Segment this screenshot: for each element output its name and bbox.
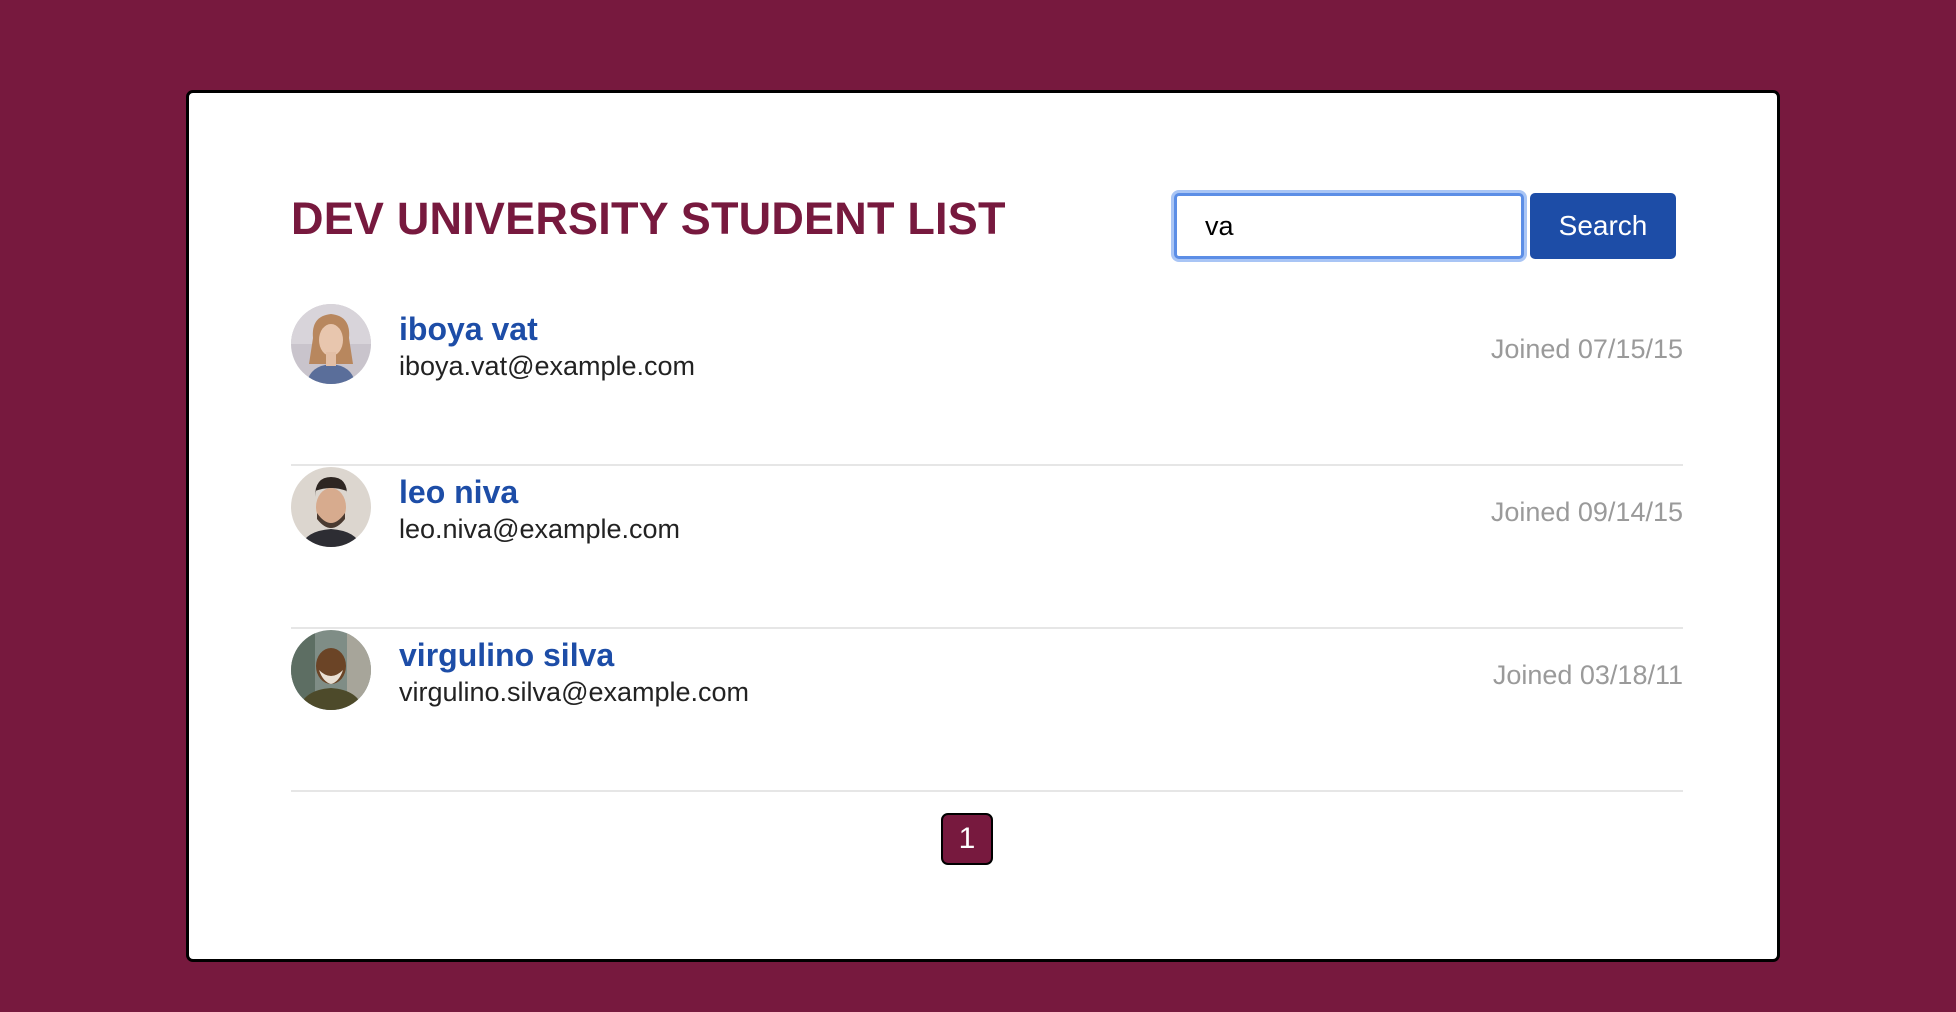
pagination: 1 (189, 813, 1777, 865)
student-email: virgulino.silva@example.com (399, 677, 750, 707)
student-avatar (291, 467, 371, 547)
student-name-link[interactable]: iboya vat (399, 311, 538, 348)
student-avatar (291, 630, 371, 710)
student-avatar (291, 304, 371, 384)
student-item: leo niva leo.niva@example.com Joined 09/… (291, 466, 1683, 629)
joined-date: Joined 09/14/15 (1490, 497, 1683, 527)
joined-date: Joined 03/18/11 (1492, 660, 1683, 690)
page-link-1[interactable]: 1 (941, 813, 993, 865)
page-title: DEV UNIVERSITY STUDENT LIST (291, 193, 1006, 244)
student-email: iboya.vat@example.com (399, 351, 696, 381)
search-input[interactable] (1174, 193, 1524, 259)
student-list-card: DEV UNIVERSITY STUDENT LIST Search iboya… (186, 90, 1780, 962)
joined-date: Joined 07/15/15 (1490, 334, 1683, 364)
student-email: leo.niva@example.com (399, 514, 681, 544)
search-form: Search (1174, 193, 1676, 259)
student-item: iboya vat iboya.vat@example.com Joined 0… (291, 303, 1683, 466)
student-item: virgulino silva virgulino.silva@example.… (291, 629, 1683, 792)
student-name-link[interactable]: virgulino silva (399, 637, 614, 674)
student-list: iboya vat iboya.vat@example.com Joined 0… (291, 303, 1683, 792)
student-name-link[interactable]: leo niva (399, 474, 518, 511)
search-button[interactable]: Search (1530, 193, 1676, 259)
